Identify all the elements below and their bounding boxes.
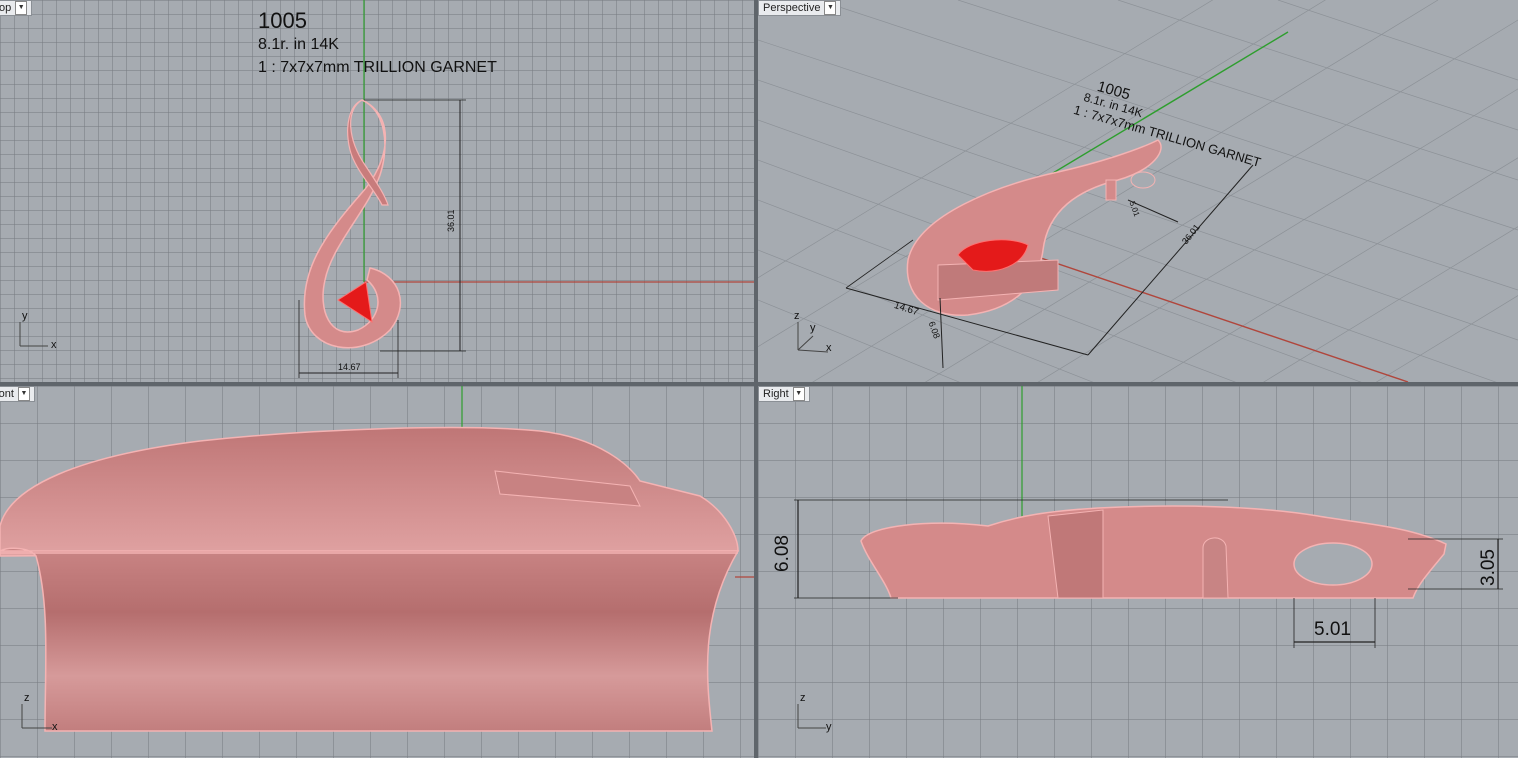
front-view-canvas xyxy=(0,386,754,732)
axis-label-y: y xyxy=(22,310,28,322)
dim-label-height: 6.08 xyxy=(772,535,793,572)
viewport-perspective[interactable]: Perspective ▼ 1005 8.1r. in 14K 1 : 7x7x… xyxy=(758,0,1518,382)
pendant-hole xyxy=(1130,171,1156,189)
viewport-right[interactable]: Right ▼ 6.08 3.05 5.01 z y xyxy=(758,386,1518,758)
axis-label-y: y xyxy=(826,721,832,733)
model-number: 1005 xyxy=(258,8,307,33)
dim-label-hole-offset: 5.01 xyxy=(1314,619,1351,640)
dim-label-width: 14.67 xyxy=(338,362,361,372)
perspective-grid xyxy=(758,0,1518,382)
axis-label-z: z xyxy=(794,310,800,322)
dim-label-height: 36.01 xyxy=(446,209,456,232)
viewport-top[interactable]: op ▼ 1005 8.1r. in 14K 1 : 7x7x7mm TRILL… xyxy=(0,0,754,382)
dim-label-hole-height: 3.05 xyxy=(1478,549,1499,586)
pendant-post xyxy=(1202,537,1229,599)
viewport-label: Perspective xyxy=(763,2,821,14)
viewport-tab-perspective[interactable]: Perspective ▼ xyxy=(758,0,842,16)
pendant-post xyxy=(1105,179,1117,201)
axis-label-z: z xyxy=(24,692,30,704)
ring-info: 8.1r. in 14K xyxy=(258,36,339,53)
axis-label-x: x xyxy=(826,342,832,354)
pendant-side-surface xyxy=(0,547,740,732)
axis-label-z: z xyxy=(800,692,806,704)
stone-info: 1 : 7x7x7mm TRILLION GARNET xyxy=(258,59,497,76)
pendant-bail-side xyxy=(1047,509,1104,599)
top-view-canvas xyxy=(19,0,754,378)
axis-label-y: y xyxy=(810,322,816,334)
axis-label-x: x xyxy=(52,721,58,733)
pendant-hole xyxy=(1293,542,1373,586)
viewport-front[interactable]: ront ▼ z x xyxy=(0,386,754,758)
trillion-gem xyxy=(337,281,373,324)
axis-label-x: x xyxy=(51,339,57,351)
chevron-down-icon[interactable]: ▼ xyxy=(824,1,837,15)
right-view-canvas xyxy=(794,386,1503,729)
